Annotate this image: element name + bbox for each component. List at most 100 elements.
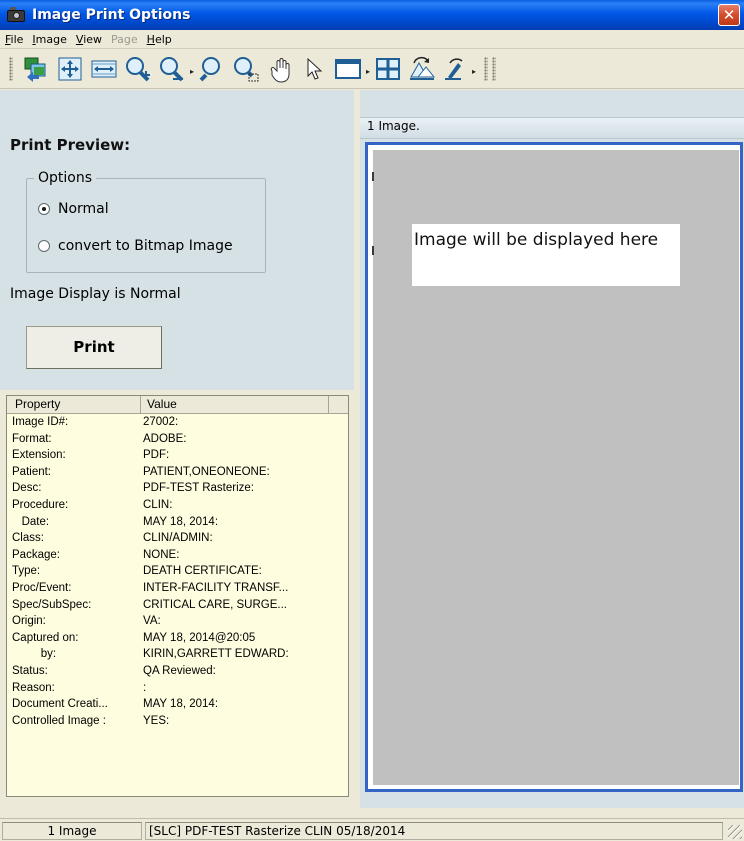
- radio-normal-button[interactable]: [38, 203, 50, 215]
- display-status-text: Image Display is Normal: [10, 286, 181, 302]
- property-row[interactable]: Status: QA Reviewed:: [7, 663, 348, 680]
- property-key: Desc:: [12, 482, 42, 495]
- menu-help[interactable]: Help: [147, 33, 172, 46]
- title-bar: Image Print Options ✕: [0, 0, 744, 30]
- property-row[interactable]: by: KIRIN,GARRETT EDWARD:: [7, 646, 348, 663]
- property-key: Image ID#:: [12, 416, 69, 428]
- property-key: Captured on:: [12, 631, 79, 644]
- property-value: MAY 18, 2014:: [143, 698, 219, 711]
- fit-to-width-icon[interactable]: [90, 55, 118, 83]
- property-value: VA:: [143, 615, 161, 628]
- property-key: Patient:: [12, 465, 51, 478]
- status-image-count: 1 Image: [2, 822, 142, 840]
- property-row[interactable]: Procedure: CLIN:: [7, 497, 348, 514]
- property-key: Origin:: [12, 615, 46, 628]
- property-row[interactable]: Captured on: MAY 18, 2014@20:05: [7, 630, 348, 647]
- property-key: Document Creati...: [12, 698, 108, 711]
- property-key: Reason:: [12, 681, 55, 694]
- radio-bitmap[interactable]: convert to Bitmap Image: [38, 238, 233, 254]
- print-button[interactable]: Print: [26, 326, 162, 369]
- property-row[interactable]: Class: CLIN/ADMIN:: [7, 530, 348, 547]
- property-row[interactable]: Date: MAY 18, 2014:: [7, 514, 348, 531]
- property-row[interactable]: Extension: PDF:: [7, 447, 348, 464]
- property-row[interactable]: Controlled Image : YES:: [7, 713, 348, 730]
- zoom-actual-icon[interactable]: [198, 55, 226, 83]
- window-layout-icon[interactable]: [334, 55, 362, 83]
- property-key: Format:: [12, 432, 52, 445]
- toolbar: ▸ ▸ ▸: [0, 49, 744, 89]
- property-row[interactable]: Image ID#: 27002:: [7, 414, 348, 431]
- column-header-property[interactable]: Property: [7, 396, 141, 413]
- menu-bar: File Image View Page Help: [0, 30, 744, 49]
- menu-image[interactable]: Image: [32, 33, 66, 46]
- property-row[interactable]: Reason::: [7, 680, 348, 697]
- radio-normal[interactable]: Normal: [38, 201, 109, 217]
- property-key: Type:: [12, 565, 41, 578]
- ruler-mark: [372, 246, 374, 255]
- grid-layout-icon[interactable]: [374, 55, 402, 83]
- resize-grip[interactable]: [728, 825, 742, 839]
- property-value: INTER-FACILITY TRANSF...: [143, 581, 289, 594]
- property-row[interactable]: Type: DEATH CERTIFICATE:: [7, 563, 348, 580]
- properties-list[interactable]: Property Value Image ID#: 27002: Format: AD…: [6, 395, 349, 797]
- property-value: PDF-TEST Rasterize:: [143, 482, 254, 495]
- property-value: CRITICAL CARE, SURGE...: [143, 598, 287, 611]
- properties-header: Property Value: [7, 396, 348, 414]
- camera-icon: [7, 7, 27, 23]
- pointer-icon[interactable]: [300, 55, 328, 83]
- property-row[interactable]: Desc: PDF-TEST Rasterize:: [7, 480, 348, 497]
- column-header-value[interactable]: Value: [141, 396, 329, 413]
- property-row[interactable]: Spec/SubSpec: CRITICAL CARE, SURGE...: [7, 597, 348, 614]
- property-key: Extension:: [12, 449, 66, 462]
- close-button[interactable]: ✕: [718, 4, 740, 26]
- property-row[interactable]: Document Creati... MAY 18, 2014:: [7, 696, 348, 713]
- flip-icon[interactable]: [442, 55, 470, 83]
- toolbar-grip-3[interactable]: [492, 57, 496, 81]
- radio-normal-label: Normal: [58, 201, 109, 217]
- ruler-mark: [372, 172, 374, 181]
- property-key: Class:: [12, 532, 44, 545]
- property-row[interactable]: Proc/Event: INTER-FACILITY TRANSF...: [7, 580, 348, 597]
- zoom-dropdown-arrow[interactable]: ▸: [190, 67, 194, 76]
- property-key: Procedure:: [12, 498, 69, 511]
- property-row[interactable]: Format: ADOBE:: [7, 431, 348, 448]
- zoom-rectangle-icon[interactable]: [232, 55, 260, 83]
- zoom-in-icon[interactable]: [124, 55, 152, 83]
- copy-images-icon[interactable]: [22, 55, 50, 83]
- pan-hand-icon[interactable]: [266, 55, 294, 83]
- fit-to-window-icon[interactable]: [56, 55, 84, 83]
- property-key: by:: [12, 648, 57, 661]
- property-value: MAY 18, 2014@20:05: [143, 631, 256, 644]
- property-key: Controlled Image :: [12, 714, 106, 727]
- property-value: NONE:: [143, 548, 180, 561]
- property-row[interactable]: Patient: PATIENT,ONEONEONE:: [7, 464, 348, 481]
- toolbar-grip[interactable]: [9, 57, 13, 81]
- toolbar-grip-2[interactable]: [484, 57, 488, 81]
- status-bar: 1 Image [SLC] PDF-TEST Rasterize CLIN 05…: [0, 818, 744, 841]
- rotate-icon[interactable]: [408, 55, 436, 83]
- options-legend: Options: [34, 170, 97, 186]
- zoom-out-icon[interactable]: [158, 55, 186, 83]
- property-key: Proc/Event:: [12, 581, 72, 594]
- property-key: Package:: [12, 548, 60, 561]
- property-value: DEATH CERTIFICATE:: [143, 565, 262, 578]
- menu-page: Page: [111, 32, 138, 46]
- radio-bitmap-label: convert to Bitmap Image: [58, 238, 233, 254]
- property-row[interactable]: Origin: VA:: [7, 613, 348, 630]
- layout-dropdown-arrow[interactable]: ▸: [366, 67, 370, 76]
- property-value: KIRIN,GARRETT EDWARD:: [143, 648, 289, 661]
- property-key: Date:: [12, 515, 50, 528]
- property-row[interactable]: Package: NONE:: [7, 547, 348, 564]
- radio-bitmap-button[interactable]: [38, 240, 50, 252]
- property-value: ADOBE:: [143, 432, 187, 445]
- window-title: Image Print Options: [32, 7, 191, 23]
- properties-rows: Image ID#: 27002: Format: ADOBE: Extension: P…: [7, 414, 348, 729]
- menu-view[interactable]: View: [76, 33, 102, 46]
- flip-dropdown-arrow[interactable]: ▸: [472, 67, 476, 76]
- image-count-label: 1 Image.: [367, 119, 420, 133]
- print-preview-label: Print Preview:: [10, 136, 131, 154]
- property-value: MAY 18, 2014:: [143, 515, 219, 528]
- options-group: [26, 178, 266, 273]
- menu-file[interactable]: File: [5, 33, 23, 46]
- property-value: 27002:: [143, 416, 179, 428]
